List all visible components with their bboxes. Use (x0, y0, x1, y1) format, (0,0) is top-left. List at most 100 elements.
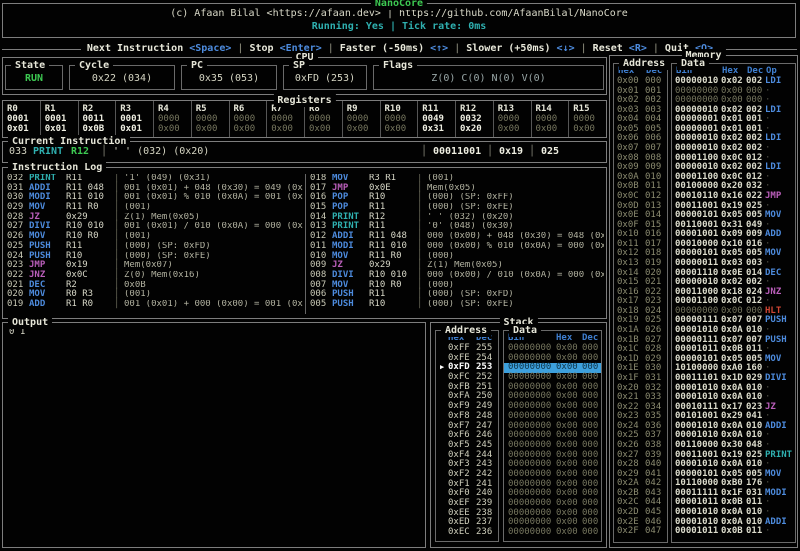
menu-item-slower-50ms[interactable]: Slower (+50ms) <↓> (466, 43, 574, 54)
header-status: Running: Yes | Tick rate: 0ms (3, 21, 795, 32)
log-detail: 001 (0x01) % 010 (0x0A) = 001 (0x01) (124, 193, 303, 203)
stack-pointer-gutter (440, 422, 448, 432)
output-panel: Output 0 1 (2, 322, 426, 548)
log-row: 028JZ0x29│Z(1) Mem(0x05) (7, 213, 303, 223)
ci-divider: │ (487, 146, 493, 157)
log-row: 021DECR2│0x0B (7, 281, 303, 291)
menu-item-label: Next Instruction (87, 43, 189, 54)
log-detail: 000 (0x00) / 010 (0x0A) = 000 (0x00) (427, 271, 604, 281)
registers-title: Registers (273, 94, 335, 107)
cpu-flags-box: Flags Z(0) C(0) N(0) V(0) (373, 65, 604, 90)
register-hex-value: 0x01 (120, 124, 153, 134)
cpu-state-box: State RUN (5, 65, 63, 90)
stack-pointer-gutter (440, 518, 448, 528)
register-hex-value: 0x00 (309, 124, 342, 134)
stack-address-box: Address Hex Dec 0xFF2550xFE254▶0xFD2530x… (435, 330, 499, 542)
register-dec-value: 0001 (7, 114, 40, 124)
log-row: 009JZ0x29│Z(1) Mem(0x05) (310, 261, 604, 271)
log-detail: 001 (0x01) / 010 (0x0A) = 000 (0x00) (124, 222, 303, 232)
log-row: 007MOVR10 R0│(000) (310, 281, 604, 291)
register-hex-value: 0x00 (536, 124, 569, 134)
register-name: R3 (120, 104, 153, 114)
log-row: 008DIVIR10 010│000 (0x00) / 010 (0x0A) =… (310, 271, 604, 281)
register-hex-value: 0x31 (422, 124, 455, 134)
log-detail: Mem(0x05) (427, 184, 604, 194)
col-dec: Dec (747, 66, 766, 76)
flags-label: Flags (379, 59, 417, 72)
log-operands: R1 R0 (66, 300, 114, 310)
register-hex-value: 0x01 (45, 124, 78, 134)
register-dec-value: 0000 (573, 114, 606, 124)
register-dec-value: 0011 (83, 114, 116, 124)
log-divider: │ (114, 300, 124, 310)
log-row: 025PUSHR11│(000) (SP: 0xFD) (7, 242, 303, 252)
register-dec-value: 0000 (347, 114, 380, 124)
register-name: R2 (83, 104, 116, 114)
stack-data-title: Data (509, 324, 541, 337)
log-row: 017JMP0x0E│Mem(0x05) (310, 184, 604, 194)
log-row: 026MOVR10 R0│(001) (7, 232, 303, 242)
log-detail: (001) (124, 203, 303, 213)
register-hex-value: 0x00 (498, 124, 531, 134)
instruction-log-right-column: 018MOVR3 R1│(001)017JMP0x0E│Mem(0x05)016… (305, 174, 604, 314)
log-detail: (001) (427, 174, 604, 184)
memory-value-hex: 0x0B (721, 527, 746, 537)
stack-pointer-gutter (440, 460, 448, 470)
register-hex-value: 0x20 (460, 124, 493, 134)
log-detail: Z(1) Mem(0x05) (124, 213, 303, 223)
register-cell-r6: R600000x00 (230, 101, 268, 137)
menu-item-next-instruction[interactable]: Next Instruction <Space> (87, 43, 232, 54)
memory-address-row: 0x2F047 (614, 527, 667, 537)
register-dec-value: 0000 (234, 114, 267, 124)
ci-operands: R12 (71, 146, 89, 157)
register-dec-value: 0001 (120, 114, 153, 124)
log-detail: '1' (049) (0x31) (124, 174, 303, 184)
menu-item-label: Stop (249, 43, 279, 54)
memory-address-hex: 0x2F (617, 527, 645, 537)
ci-dec: 025 (541, 146, 559, 157)
log-detail: (001) (124, 232, 303, 242)
memory-data-row: 000010110x0B011· (672, 527, 795, 537)
menu-item-key: <↑> (430, 43, 448, 54)
col-dec: Dec (582, 333, 598, 343)
col-hex: Hex (722, 66, 747, 76)
log-mnemonic: ADD (29, 300, 66, 310)
register-name: R0 (7, 104, 40, 114)
menu-item-reset[interactable]: Reset <R> (593, 43, 647, 54)
log-detail: (000) (SP: 0xFD) (427, 290, 604, 300)
log-row: 013PRINTR11│'0' (048) (0x30) (310, 222, 604, 232)
register-name: R9 (347, 104, 380, 114)
menu-bar: Next Instruction <Space> | Stop <Enter> … (0, 43, 800, 54)
log-operands: R10 (369, 300, 417, 310)
log-detail: Mem(0x07) (124, 261, 303, 271)
register-dec-value: 0000 (498, 114, 531, 124)
ci-num: 033 (9, 146, 27, 157)
register-dec-value: 0000 (196, 114, 229, 124)
register-dec-value: 0049 (422, 114, 455, 124)
ci-detail: ' ' (032) (0x20) (113, 146, 209, 157)
stack-pointer-gutter (440, 402, 448, 412)
register-cell-r4: R400000x00 (154, 101, 192, 137)
cpu-sp-box: SP 0xFD (253) (283, 65, 367, 90)
register-dec-value: 0000 (309, 114, 342, 124)
stack-value-dec: 000 (582, 528, 601, 538)
register-cell-r2: R200110x0B (79, 101, 117, 137)
register-hex-value: 0x00 (347, 124, 380, 134)
current-instruction-line: 033 PRINT R12 │ ' ' (032) (0x20) │ 00011… (3, 142, 606, 162)
log-detail: 000 (0x00) + 048 (0x30) = 048 (0x30) (427, 232, 604, 242)
stack-pointer-gutter (440, 509, 448, 519)
log-row: 020MOVR0 R3│(001) (7, 290, 303, 300)
register-name: R13 (498, 104, 531, 114)
stack-pointer-gutter (440, 451, 448, 461)
register-name: R1 (45, 104, 78, 114)
ci-divider: │ (529, 146, 535, 157)
register-name: R14 (536, 104, 569, 114)
stack-pointer-gutter (440, 354, 448, 364)
log-row: 018MOVR3 R1│(001) (310, 174, 604, 184)
register-name: R12 (460, 104, 493, 114)
log-detail: 001 (0x01) + 000 (0x00) = 001 (0x01) (124, 300, 303, 310)
menu-item-label: Faster (-50ms) (340, 43, 430, 54)
menu-item-faster-50ms[interactable]: Faster (-50ms) <↑> (340, 43, 448, 54)
log-row: 030MODIR11 010│001 (0x01) % 010 (0x0A) =… (7, 193, 303, 203)
stack-address-hex: 0xEC (448, 528, 476, 538)
